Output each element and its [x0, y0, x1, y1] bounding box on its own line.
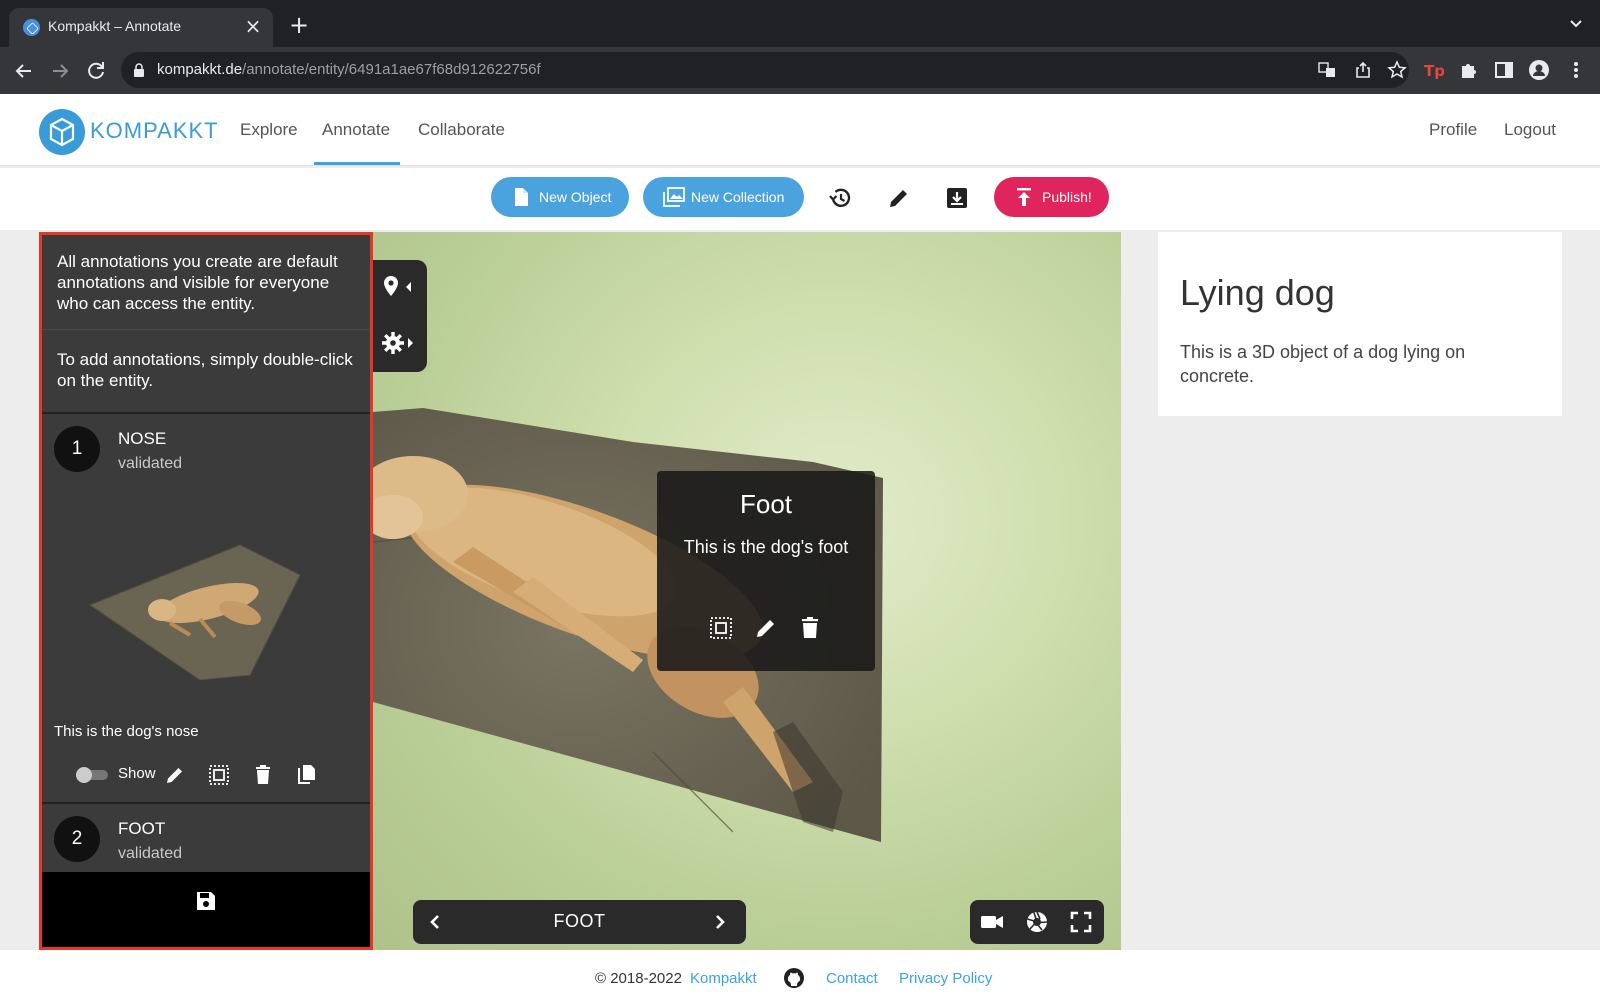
- upload-icon: [1017, 188, 1031, 206]
- divider: [42, 412, 370, 414]
- browser-menu-icon[interactable]: [1565, 59, 1587, 81]
- nav-collaborate[interactable]: Collaborate: [418, 120, 505, 140]
- browser-toolbar: kompakkt.de/annotate/entity/6491a1ae67f6…: [0, 47, 1600, 94]
- tab-search-chevron-icon[interactable]: [1566, 14, 1586, 34]
- kompakkt-favicon-icon: [23, 19, 40, 36]
- delete-trash-icon[interactable]: [251, 763, 275, 787]
- profile-avatar-icon[interactable]: [1528, 59, 1550, 81]
- annotation-list-panel: All annotations you create are default a…: [39, 232, 373, 950]
- extensions-puzzle-icon[interactable]: [1458, 59, 1480, 81]
- default-annotation-info: All annotations you create are default a…: [57, 252, 338, 313]
- browser-tab[interactable]: Kompakkt – Annotate ×: [9, 8, 273, 47]
- edit-pencil-icon[interactable]: [163, 763, 187, 787]
- tooltip-description: This is the dog's foot: [683, 537, 849, 557]
- viewer-controls: [970, 900, 1104, 944]
- back-arrow-icon[interactable]: [12, 59, 36, 83]
- entity-info-panel: Lying dog This is a 3D object of a dog l…: [1158, 232, 1562, 416]
- tooltip-title: Foot: [739, 489, 793, 519]
- copyright-text: © 2018-2022: [595, 970, 682, 987]
- show-toggle-label: Show: [118, 765, 156, 782]
- delete-trash-icon[interactable]: [797, 615, 823, 641]
- select-frame-icon[interactable]: [207, 763, 231, 787]
- reload-icon[interactable]: [84, 59, 108, 83]
- url-text: kompakkt.de/annotate/entity/6491a1ae67f6…: [157, 61, 541, 78]
- annotation-description: This is the dog's nose: [54, 723, 199, 740]
- next-annotation-icon[interactable]: [709, 911, 731, 933]
- app-header: KOMPAKKT Explore Annotate Collaborate Pr…: [0, 94, 1600, 166]
- current-annotation-label: FOOT: [553, 911, 606, 931]
- forward-arrow-icon[interactable]: [48, 59, 72, 83]
- 3d-viewer[interactable]: Foot This is the dog's foot FOOT: [373, 232, 1121, 950]
- annotation-actions: Show: [42, 757, 370, 793]
- annotation-preview-thumbnail[interactable]: [90, 545, 300, 680]
- fullscreen-icon[interactable]: [1069, 910, 1093, 934]
- nav-logout[interactable]: Logout: [1504, 120, 1556, 140]
- new-tab-button[interactable]: +: [286, 12, 312, 38]
- document-icon: [515, 188, 528, 206]
- annotation-title: FOOT: [118, 819, 166, 838]
- camera-icon[interactable]: [980, 910, 1004, 934]
- divider: [42, 329, 370, 330]
- nav-profile[interactable]: Profile: [1429, 120, 1477, 140]
- annotation-number-badge[interactable]: 1: [54, 426, 100, 472]
- publish-label: Publish!: [1042, 189, 1092, 205]
- privacy-policy-link[interactable]: Privacy Policy: [899, 970, 992, 987]
- new-collection-button[interactable]: New Collection: [643, 177, 804, 217]
- annotation-marker-icon[interactable]: [381, 274, 417, 300]
- close-tab-icon[interactable]: ×: [241, 14, 265, 38]
- new-object-button[interactable]: New Object: [491, 177, 629, 217]
- entity-title: Lying dog: [1180, 272, 1335, 313]
- viewer-side-toolbar: [373, 260, 427, 372]
- download-box-icon[interactable]: [944, 185, 970, 211]
- page-footer: © 2018-2022 Kompakkt Contact Privacy Pol…: [0, 950, 1600, 1000]
- annotation-status: validated: [118, 845, 183, 862]
- tab-title: Kompakkt – Annotate: [48, 18, 182, 34]
- image-collection-icon: [663, 187, 685, 207]
- select-frame-icon[interactable]: [708, 615, 734, 641]
- annotation-number-badge[interactable]: 2: [54, 816, 100, 862]
- history-icon[interactable]: [827, 185, 853, 211]
- brand-wordmark[interactable]: KOMPAKKT: [90, 118, 219, 144]
- browser-tab-strip: Kompakkt – Annotate × +: [0, 0, 1600, 47]
- address-bar[interactable]: kompakkt.de/annotate/entity/6491a1ae67f6…: [121, 52, 1409, 88]
- annotation-status: validated: [118, 455, 183, 472]
- settings-gear-icon[interactable]: [381, 330, 417, 356]
- screenshot-aperture-icon[interactable]: [1025, 910, 1049, 934]
- annotation-tooltip: Foot This is the dog's foot: [657, 471, 875, 671]
- copy-icon[interactable]: [295, 763, 319, 787]
- kompakkt-logo-icon[interactable]: [38, 108, 86, 156]
- add-annotation-hint: To add annotations, simply double-click …: [57, 350, 353, 390]
- annotation-navigator: FOOT: [413, 900, 746, 944]
- save-floppy-icon[interactable]: [194, 889, 218, 913]
- edit-pencil-icon[interactable]: [753, 615, 779, 641]
- entity-description: This is a 3D object of a dog lying on co…: [1180, 342, 1466, 386]
- lock-icon: [134, 63, 144, 77]
- bookmark-star-icon[interactable]: [1387, 60, 1407, 80]
- annotation-title: NOSE: [118, 429, 167, 448]
- show-toggle[interactable]: [76, 767, 108, 783]
- save-bar: [42, 872, 370, 947]
- translate-icon[interactable]: [1317, 60, 1337, 80]
- contact-link[interactable]: Contact: [826, 970, 878, 987]
- nav-explore[interactable]: Explore: [240, 120, 298, 140]
- kompakkt-footer-link[interactable]: Kompakkt: [690, 970, 757, 987]
- share-icon[interactable]: [1353, 60, 1373, 80]
- divider: [42, 802, 370, 804]
- side-panel-icon[interactable]: [1493, 59, 1515, 81]
- extension-tp-icon[interactable]: Tp: [1422, 59, 1444, 81]
- nav-annotate[interactable]: Annotate: [322, 120, 390, 140]
- new-collection-label: New Collection: [691, 189, 785, 205]
- github-icon[interactable]: [783, 967, 805, 989]
- edit-pencil-icon[interactable]: [886, 185, 912, 211]
- new-object-label: New Object: [539, 189, 612, 205]
- publish-button[interactable]: Publish!: [994, 177, 1109, 217]
- action-bar: New Object New Collection Publish!: [0, 168, 1600, 230]
- active-nav-indicator: [314, 162, 400, 165]
- svg-text:Tp: Tp: [1424, 62, 1444, 80]
